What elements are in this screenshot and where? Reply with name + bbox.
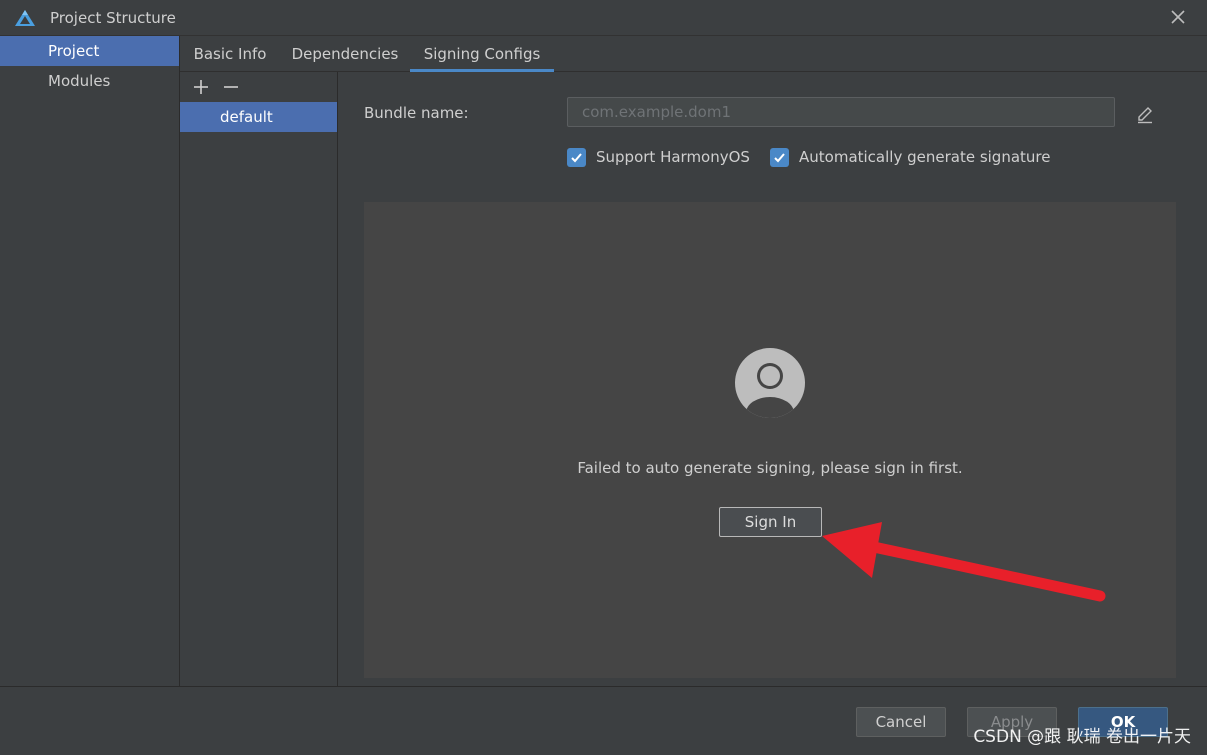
tab-bar: Basic Info Dependencies Signing Configs [180, 36, 1207, 72]
support-harmonyos-checkbox[interactable]: Support HarmonyOS [567, 146, 750, 168]
config-list: default [180, 72, 338, 686]
edit-pencil-icon[interactable] [1135, 105, 1155, 125]
tab-basic-info[interactable]: Basic Info [180, 36, 280, 72]
cancel-button[interactable]: Cancel [856, 707, 946, 737]
close-icon[interactable] [1169, 8, 1187, 26]
user-avatar-icon [735, 348, 805, 418]
sign-in-failure-message: Failed to auto generate signing, please … [577, 459, 963, 477]
nav-item-modules[interactable]: Modules [0, 66, 179, 96]
sign-in-prompt: Failed to auto generate signing, please … [364, 202, 1176, 678]
signing-configs-panel: Bundle name: Support HarmonyOS Automatic… [338, 72, 1207, 686]
support-harmonyos-label: Support HarmonyOS [596, 148, 750, 166]
remove-icon[interactable] [222, 78, 240, 96]
auto-generate-signature-label: Automatically generate signature [799, 148, 1051, 166]
tab-signing-configs[interactable]: Signing Configs [410, 36, 554, 72]
add-icon[interactable] [192, 78, 210, 96]
left-nav: Project Modules [0, 36, 180, 686]
checkbox-checked-icon[interactable] [567, 147, 586, 167]
bundle-name-label: Bundle name: [364, 104, 469, 122]
title-bar: Project Structure [0, 0, 1207, 36]
bundle-name-input[interactable] [567, 97, 1115, 127]
window-title: Project Structure [50, 9, 176, 27]
tab-dependencies[interactable]: Dependencies [280, 36, 410, 72]
sign-in-button[interactable]: Sign In [719, 507, 822, 537]
config-item-default[interactable]: default [180, 102, 337, 132]
checkbox-checked-icon[interactable] [770, 147, 789, 167]
app-logo-icon [15, 10, 35, 26]
nav-item-project[interactable]: Project [0, 36, 179, 66]
auto-generate-signature-checkbox[interactable]: Automatically generate signature [770, 146, 1050, 168]
watermark-text: CSDN @跟 耿瑞 卷出一片天 [973, 727, 1191, 747]
